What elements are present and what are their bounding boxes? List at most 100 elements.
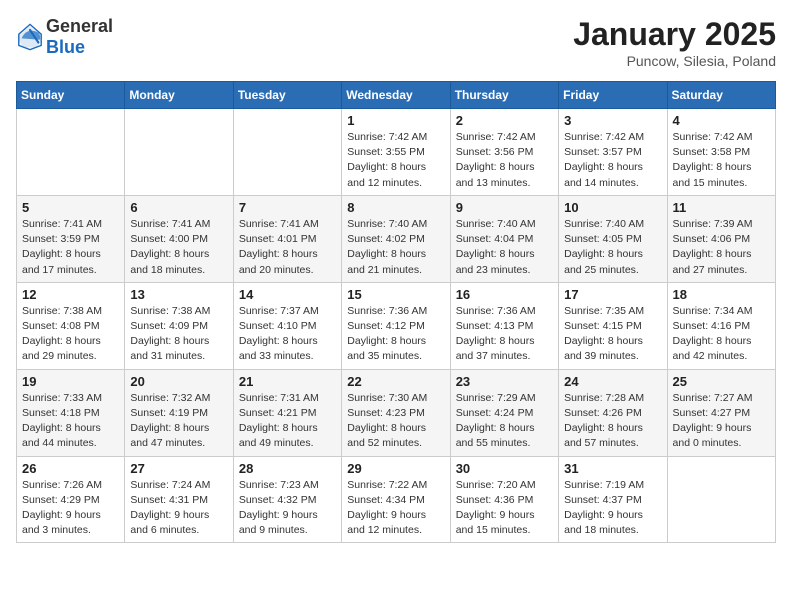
day-info: Sunrise: 7:34 AM Sunset: 4:16 PM Dayligh… xyxy=(673,304,770,365)
calendar-cell: 11 Sunrise: 7:39 AM Sunset: 4:06 PM Dayli… xyxy=(667,195,775,282)
calendar-cell: 14 Sunrise: 7:37 AM Sunset: 4:10 PM Dayli… xyxy=(233,282,341,369)
day-number: 1 xyxy=(347,113,444,128)
day-number: 30 xyxy=(456,461,553,476)
calendar-cell: 23Sunrise: 7:29 AM Sunset: 4:24 PM Dayli… xyxy=(450,369,558,456)
day-number: 3 xyxy=(564,113,661,128)
calendar-week-row: 12 Sunrise: 7:38 AM Sunset: 4:08 PM Dayli… xyxy=(17,282,776,369)
calendar-cell: 18Sunrise: 7:34 AM Sunset: 4:16 PM Dayli… xyxy=(667,282,775,369)
calendar-cell: 1Sunrise: 7:42 AM Sunset: 3:55 PM Daylig… xyxy=(342,109,450,196)
calendar-week-row: 1Sunrise: 7:42 AM Sunset: 3:55 PM Daylig… xyxy=(17,109,776,196)
day-number: 14 xyxy=(239,287,336,302)
calendar-cell: 30 Sunrise: 7:20 AM Sunset: 4:36 PM Dayli… xyxy=(450,456,558,543)
calendar-cell: 2 Sunrise: 7:42 AM Sunset: 3:56 PM Daylig… xyxy=(450,109,558,196)
day-info: Sunrise: 7:36 AM Sunset: 4:12 PM Dayligh… xyxy=(347,304,444,365)
weekday-header: Tuesday xyxy=(233,82,341,109)
title-block: January 2025 Puncow, Silesia, Poland xyxy=(573,16,776,69)
day-number: 2 xyxy=(456,113,553,128)
day-number: 26 xyxy=(22,461,119,476)
day-info: Sunrise: 7:33 AM Sunset: 4:18 PM Dayligh… xyxy=(22,391,119,452)
day-info: Sunrise: 7:41 AM Sunset: 4:01 PM Dayligh… xyxy=(239,217,336,278)
day-info: Sunrise: 7:23 AM Sunset: 4:32 PM Dayligh… xyxy=(239,478,336,539)
logo-general: General xyxy=(46,16,113,36)
day-info: Sunrise: 7:19 AM Sunset: 4:37 PM Dayligh… xyxy=(564,478,661,539)
calendar-cell: 24 Sunrise: 7:28 AM Sunset: 4:26 PM Dayli… xyxy=(559,369,667,456)
calendar-cell: 7 Sunrise: 7:41 AM Sunset: 4:01 PM Daylig… xyxy=(233,195,341,282)
day-number: 28 xyxy=(239,461,336,476)
day-info: Sunrise: 7:42 AM Sunset: 3:58 PM Dayligh… xyxy=(673,130,770,191)
day-number: 19 xyxy=(22,374,119,389)
day-info: Sunrise: 7:35 AM Sunset: 4:15 PM Dayligh… xyxy=(564,304,661,365)
logo-icon xyxy=(16,23,44,51)
day-info: Sunrise: 7:31 AM Sunset: 4:21 PM Dayligh… xyxy=(239,391,336,452)
day-number: 27 xyxy=(130,461,227,476)
day-number: 22 xyxy=(347,374,444,389)
day-info: Sunrise: 7:20 AM Sunset: 4:36 PM Dayligh… xyxy=(456,478,553,539)
calendar-cell: 21Sunrise: 7:31 AM Sunset: 4:21 PM Dayli… xyxy=(233,369,341,456)
day-info: Sunrise: 7:28 AM Sunset: 4:26 PM Dayligh… xyxy=(564,391,661,452)
weekday-header: Wednesday xyxy=(342,82,450,109)
day-info: Sunrise: 7:37 AM Sunset: 4:10 PM Dayligh… xyxy=(239,304,336,365)
day-number: 15 xyxy=(347,287,444,302)
day-number: 17 xyxy=(564,287,661,302)
page-subtitle: Puncow, Silesia, Poland xyxy=(573,53,776,69)
day-number: 29 xyxy=(347,461,444,476)
day-number: 7 xyxy=(239,200,336,215)
calendar-cell: 31 Sunrise: 7:19 AM Sunset: 4:37 PM Dayli… xyxy=(559,456,667,543)
calendar-cell xyxy=(233,109,341,196)
calendar-cell: 15 Sunrise: 7:36 AM Sunset: 4:12 PM Dayli… xyxy=(342,282,450,369)
day-info: Sunrise: 7:39 AM Sunset: 4:06 PM Dayligh… xyxy=(673,217,770,278)
day-number: 11 xyxy=(673,200,770,215)
day-number: 4 xyxy=(673,113,770,128)
calendar-cell: 12 Sunrise: 7:38 AM Sunset: 4:08 PM Dayli… xyxy=(17,282,125,369)
weekday-header: Friday xyxy=(559,82,667,109)
calendar-cell: 9 Sunrise: 7:40 AM Sunset: 4:04 PM Daylig… xyxy=(450,195,558,282)
calendar-cell: 29 Sunrise: 7:22 AM Sunset: 4:34 PM Dayli… xyxy=(342,456,450,543)
day-info: Sunrise: 7:40 AM Sunset: 4:04 PM Dayligh… xyxy=(456,217,553,278)
day-info: Sunrise: 7:32 AM Sunset: 4:19 PM Dayligh… xyxy=(130,391,227,452)
weekday-header: Saturday xyxy=(667,82,775,109)
calendar-cell: 13Sunrise: 7:38 AM Sunset: 4:09 PM Dayli… xyxy=(125,282,233,369)
logo: General Blue xyxy=(16,16,113,58)
calendar-cell: 19 Sunrise: 7:33 AM Sunset: 4:18 PM Dayli… xyxy=(17,369,125,456)
day-info: Sunrise: 7:22 AM Sunset: 4:34 PM Dayligh… xyxy=(347,478,444,539)
calendar-cell: 22 Sunrise: 7:30 AM Sunset: 4:23 PM Dayli… xyxy=(342,369,450,456)
weekday-header: Monday xyxy=(125,82,233,109)
day-number: 8 xyxy=(347,200,444,215)
calendar-cell xyxy=(125,109,233,196)
day-info: Sunrise: 7:40 AM Sunset: 4:05 PM Dayligh… xyxy=(564,217,661,278)
logo-text: General Blue xyxy=(46,16,113,58)
day-info: Sunrise: 7:30 AM Sunset: 4:23 PM Dayligh… xyxy=(347,391,444,452)
day-info: Sunrise: 7:26 AM Sunset: 4:29 PM Dayligh… xyxy=(22,478,119,539)
day-number: 31 xyxy=(564,461,661,476)
calendar-cell: 4 Sunrise: 7:42 AM Sunset: 3:58 PM Daylig… xyxy=(667,109,775,196)
calendar-cell: 16Sunrise: 7:36 AM Sunset: 4:13 PM Dayli… xyxy=(450,282,558,369)
calendar-cell: 28 Sunrise: 7:23 AM Sunset: 4:32 PM Dayli… xyxy=(233,456,341,543)
day-number: 24 xyxy=(564,374,661,389)
day-info: Sunrise: 7:42 AM Sunset: 3:57 PM Dayligh… xyxy=(564,130,661,191)
day-number: 5 xyxy=(22,200,119,215)
day-info: Sunrise: 7:29 AM Sunset: 4:24 PM Dayligh… xyxy=(456,391,553,452)
page-title: January 2025 xyxy=(573,16,776,53)
day-info: Sunrise: 7:41 AM Sunset: 3:59 PM Dayligh… xyxy=(22,217,119,278)
day-info: Sunrise: 7:42 AM Sunset: 3:56 PM Dayligh… xyxy=(456,130,553,191)
day-info: Sunrise: 7:38 AM Sunset: 4:09 PM Dayligh… xyxy=(130,304,227,365)
day-number: 10 xyxy=(564,200,661,215)
day-number: 20 xyxy=(130,374,227,389)
logo-blue: Blue xyxy=(46,37,85,57)
day-info: Sunrise: 7:24 AM Sunset: 4:31 PM Dayligh… xyxy=(130,478,227,539)
calendar-cell: 25Sunrise: 7:27 AM Sunset: 4:27 PM Dayli… xyxy=(667,369,775,456)
day-number: 12 xyxy=(22,287,119,302)
calendar-cell xyxy=(667,456,775,543)
calendar-cell: 10 Sunrise: 7:40 AM Sunset: 4:05 PM Dayli… xyxy=(559,195,667,282)
calendar-cell: 3 Sunrise: 7:42 AM Sunset: 3:57 PM Daylig… xyxy=(559,109,667,196)
day-info: Sunrise: 7:41 AM Sunset: 4:00 PM Dayligh… xyxy=(130,217,227,278)
day-info: Sunrise: 7:38 AM Sunset: 4:08 PM Dayligh… xyxy=(22,304,119,365)
calendar-header-row: SundayMondayTuesdayWednesdayThursdayFrid… xyxy=(17,82,776,109)
page-header: General Blue January 2025 Puncow, Silesi… xyxy=(16,16,776,69)
calendar-week-row: 26 Sunrise: 7:26 AM Sunset: 4:29 PM Dayli… xyxy=(17,456,776,543)
calendar-cell: 27 Sunrise: 7:24 AM Sunset: 4:31 PM Dayli… xyxy=(125,456,233,543)
calendar-cell xyxy=(17,109,125,196)
calendar-cell: 5 Sunrise: 7:41 AM Sunset: 3:59 PM Daylig… xyxy=(17,195,125,282)
calendar-week-row: 5 Sunrise: 7:41 AM Sunset: 3:59 PM Daylig… xyxy=(17,195,776,282)
day-number: 9 xyxy=(456,200,553,215)
